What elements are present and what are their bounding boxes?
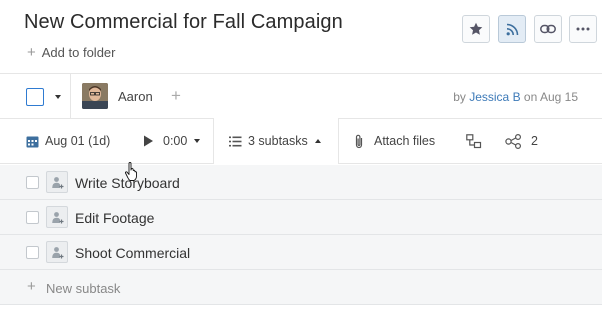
dependencies-button[interactable] (466, 119, 488, 163)
add-to-folder-button[interactable]: + Add to folder (27, 45, 115, 60)
date-label: Aug 01 (1d) (45, 134, 111, 148)
list-item[interactable]: Edit Footage (0, 200, 602, 235)
author-link[interactable]: Jessica B (469, 90, 520, 104)
new-subtask-button[interactable]: + New subtask (0, 270, 602, 305)
created-date: Aug 15 (539, 90, 578, 104)
page-title[interactable]: New Commercial for Fall Campaign (24, 11, 343, 34)
chevron-down-icon (194, 139, 201, 143)
new-subtask-row[interactable]: + New subtask (0, 270, 602, 305)
assign-subtask-button[interactable] (46, 206, 68, 228)
time-tracker-button[interactable]: 0:00 (143, 119, 201, 163)
more-icon (576, 27, 590, 31)
assign-subtask-button[interactable] (46, 241, 68, 263)
add-assignee-button[interactable]: + (171, 86, 181, 106)
task-complete-checkbox[interactable] (26, 88, 44, 106)
rss-follow-button[interactable] (498, 15, 526, 43)
attach-files-label: Attach files (374, 134, 436, 148)
more-button[interactable] (569, 15, 597, 43)
attach-files-button[interactable]: Attach files (354, 119, 435, 163)
list-item[interactable]: Write Storyboard (0, 165, 602, 200)
link-icon (540, 24, 556, 34)
subtasks-toggle[interactable]: 3 subtasks (229, 119, 321, 163)
list-item[interactable]: Shoot Commercial (0, 235, 602, 270)
on-label: on (523, 90, 538, 104)
star-icon (469, 22, 483, 35)
tab-subtasks[interactable]: 3 subtasks (213, 118, 339, 164)
copy-link-button[interactable] (534, 15, 562, 43)
person-add-icon (51, 246, 63, 258)
time-label: 0:00 (163, 134, 188, 148)
share-network-icon (505, 133, 521, 149)
assign-subtask-button[interactable] (46, 171, 68, 193)
add-to-folder-label: Add to folder (41, 45, 116, 60)
status-dropdown-caret[interactable] (55, 95, 61, 99)
task-toolbar: Aug 01 (1d) 0:00 3 subtasks Attach files… (0, 118, 602, 164)
subtask-checkbox[interactable] (26, 176, 39, 189)
chevron-up-icon (314, 139, 321, 143)
plus-icon: + (27, 278, 36, 295)
task-header: New Commercial for Fall Campaign + Add t… (0, 0, 602, 72)
play-icon (144, 135, 153, 147)
list-icon (229, 136, 242, 146)
plus-icon: + (27, 44, 36, 61)
avatar[interactable] (82, 83, 108, 109)
star-button[interactable] (462, 15, 490, 43)
person-add-icon (51, 176, 63, 188)
subtask-label[interactable]: Shoot Commercial (75, 245, 190, 261)
date-button[interactable]: Aug 01 (1d) (26, 119, 110, 163)
avatar-image (82, 83, 108, 109)
subtask-label[interactable]: Edit Footage (75, 210, 154, 226)
subtask-label[interactable]: Write Storyboard (75, 175, 180, 191)
by-label: by (453, 90, 466, 104)
assignee-name[interactable]: Aaron (118, 89, 153, 104)
assignment-row: Aaron + by Jessica B on Aug 15 (0, 73, 602, 119)
shared-button[interactable]: 2 (505, 119, 538, 163)
dependency-icon (466, 133, 482, 148)
subtasks-label: 3 subtasks (248, 134, 308, 148)
new-subtask-label: New subtask (46, 281, 121, 296)
subtask-list: Write Storyboard Edit Footage Shoot Comm… (0, 165, 602, 305)
calendar-icon (26, 136, 39, 147)
subtask-checkbox[interactable] (26, 246, 39, 259)
divider (70, 74, 71, 118)
shared-count: 2 (531, 134, 538, 148)
person-add-icon (51, 211, 63, 223)
subtask-checkbox[interactable] (26, 211, 39, 224)
author-byline: by Jessica B on Aug 15 (453, 90, 578, 104)
paperclip-icon (355, 134, 363, 148)
rss-icon (506, 23, 518, 35)
